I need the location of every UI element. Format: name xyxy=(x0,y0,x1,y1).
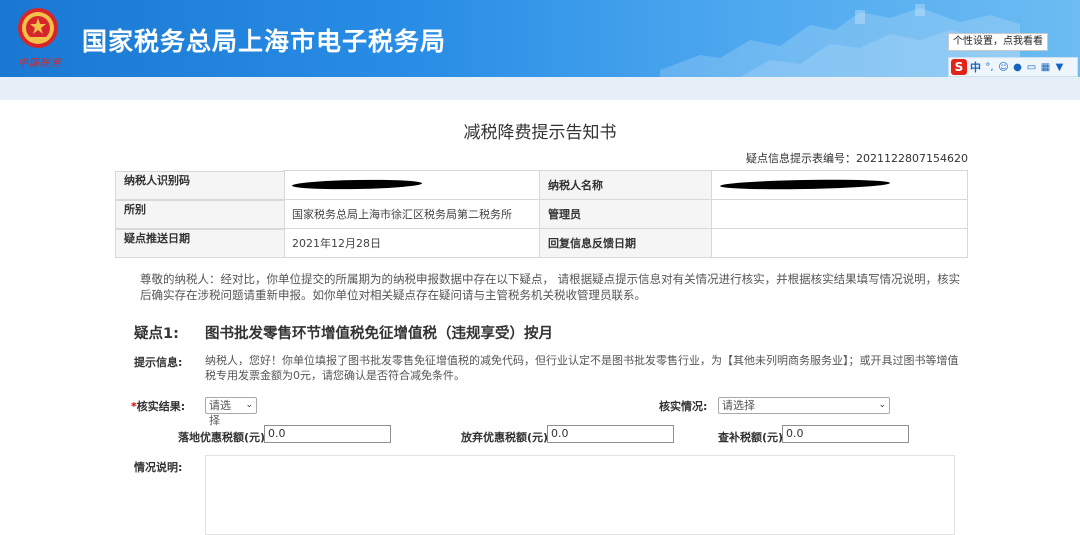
verify-result-select[interactable]: 请选择 ⌄ xyxy=(205,397,257,427)
push-date-value: 2021年12月28日 xyxy=(283,228,540,258)
chevron-down-icon: ⌄ xyxy=(245,400,253,410)
mic-icon[interactable]: ● xyxy=(1012,62,1023,73)
waive-tax-input[interactable]: 0.0 xyxy=(547,425,674,443)
logo-caption: 中国税务 xyxy=(18,58,62,69)
chevron-down-icon: ⌄ xyxy=(878,400,886,410)
back-tax-input[interactable]: 0.0 xyxy=(782,425,909,443)
issue-number: 疑点1: xyxy=(134,326,179,342)
office-label: 所别 xyxy=(115,199,285,229)
punctuation-icon[interactable]: °, xyxy=(984,62,995,73)
manager-label: 管理员 xyxy=(539,199,712,229)
office-value: 国家税务总局上海市徐汇区税务局第二税务所 xyxy=(283,199,540,229)
verify-situation-select[interactable]: 请选择 ⌄ xyxy=(718,397,890,414)
keyboard-icon[interactable]: ▭ xyxy=(1026,62,1037,73)
redaction-mark xyxy=(291,178,423,190)
hint-label: 提示信息: xyxy=(134,356,183,369)
taxpayer-id-value xyxy=(283,170,540,200)
serial-label: 疑点信息提示表编号： xyxy=(746,152,857,165)
site-title: 国家税务总局上海市电子税务局 xyxy=(82,27,447,56)
personal-settings-tooltip[interactable]: 个性设置，点我看看 xyxy=(948,33,1048,51)
verify-result-label: *核实结果: xyxy=(131,400,186,413)
feedback-date-value xyxy=(711,228,968,258)
explanation-label: 情况说明: xyxy=(134,461,183,474)
notice-paragraph: 尊敬的纳税人：经对比，你单位提交的所属期为的纳税申报数据中存在以下疑点， 请根据… xyxy=(140,272,961,302)
site-header: 中国税务 国家税务总局上海市电子税务局 个性设置，点我看看 S 中 °, ☺ ●… xyxy=(0,0,1080,77)
feedback-date-label: 回复信息反馈日期 xyxy=(539,228,712,258)
landing-tax-label: 落地优惠税额(元) xyxy=(178,431,266,444)
landing-tax-input[interactable]: 0.0 xyxy=(264,425,391,443)
back-tax-label: 查补税额(元) xyxy=(718,431,784,444)
manager-value xyxy=(711,199,968,229)
ime-mode-toggle[interactable]: 中 xyxy=(970,59,981,75)
hint-text: 纳税人，您好！你单位填报了图书批发零售免征增值税的减免代码，但行业认定不是图书批… xyxy=(205,354,959,382)
taxpayer-name-value xyxy=(711,170,968,200)
redaction-mark xyxy=(719,178,891,190)
taxpayer-id-label: 纳税人识别码 xyxy=(115,170,285,200)
tax-emblem-logo xyxy=(18,8,58,48)
issue-title: 图书批发零售环节增值税免征增值税（违规享受）按月 xyxy=(205,326,553,342)
header-sub-strip xyxy=(0,77,1080,100)
waive-tax-label: 放弃优惠税额(元) xyxy=(461,431,549,444)
table-row: 所别 国家税务总局上海市徐汇区税务局第二税务所 管理员 xyxy=(115,199,968,229)
serial-number: 疑点信息提示表编号：2021122807154620 xyxy=(746,150,968,166)
tshirt-icon[interactable]: ▼ xyxy=(1054,62,1065,73)
taxpayer-info-table: 纳税人识别码 纳税人名称 所别 国家税务总局上海市徐汇区税务局第二税务所 管理员… xyxy=(115,170,968,258)
skin-icon[interactable]: ▦ xyxy=(1040,62,1051,73)
sogou-logo-icon[interactable]: S xyxy=(951,59,967,75)
taxpayer-name-label: 纳税人名称 xyxy=(539,170,712,200)
verify-situation-label: 核实情况: xyxy=(659,400,708,413)
serial-value: 2021122807154620 xyxy=(856,152,968,165)
emoji-icon[interactable]: ☺ xyxy=(998,62,1009,73)
page-title: 减税降费提示告知书 xyxy=(463,123,617,143)
table-row: 疑点推送日期 2021年12月28日 回复信息反馈日期 xyxy=(115,228,968,258)
push-date-label: 疑点推送日期 xyxy=(115,228,285,258)
ime-toolbar[interactable]: S 中 °, ☺ ● ▭ ▦ ▼ xyxy=(948,57,1078,77)
explanation-textarea[interactable] xyxy=(205,455,955,535)
table-row: 纳税人识别码 纳税人名称 xyxy=(115,170,968,200)
